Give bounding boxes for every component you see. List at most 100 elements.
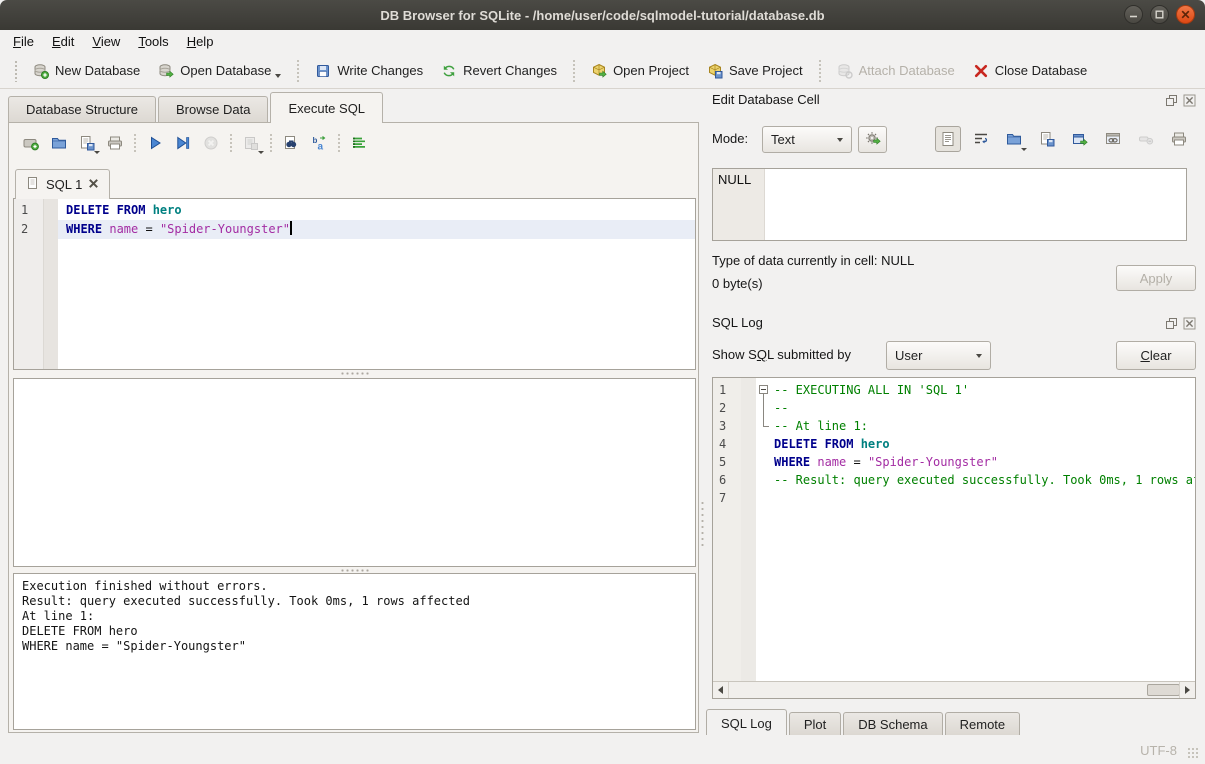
word-wrap-button[interactable] [968, 126, 994, 152]
chevron-down-icon[interactable] [1021, 148, 1027, 151]
save-sql-file-button[interactable] [73, 131, 101, 155]
cell-content-editor[interactable]: NULL [712, 168, 1187, 241]
clear-log-button[interactable]: Clear [1116, 341, 1196, 370]
toolbar-button-label: Revert Changes [463, 63, 557, 78]
dock-tab-plot[interactable]: Plot [789, 712, 841, 735]
panel-splitter[interactable] [701, 500, 704, 550]
close-database-icon [973, 63, 989, 79]
stop-execution-button[interactable] [197, 131, 225, 155]
print-cell-button[interactable] [1166, 126, 1192, 152]
text-view-button[interactable] [935, 126, 961, 152]
mode-select[interactable]: Text [762, 126, 852, 153]
menu-file[interactable]: File [4, 32, 43, 51]
toolbar-separator [229, 133, 233, 153]
line-number: 2 [719, 399, 741, 417]
format-sql-button[interactable] [345, 131, 373, 155]
cell-editor-float-button[interactable] [1164, 93, 1178, 107]
auto-complete-button[interactable]: ba [305, 131, 333, 155]
chevron-down-icon[interactable] [94, 151, 100, 154]
cell-text-area[interactable] [765, 169, 1186, 240]
menu-view[interactable]: View [83, 32, 129, 51]
open-sql-file-button[interactable] [45, 131, 73, 155]
open-project-button[interactable]: Open Project [582, 58, 698, 84]
sql-tab[interactable]: SQL 1 [15, 169, 110, 199]
attach-database-button[interactable]: Attach Database [828, 58, 964, 84]
tab-browse-data[interactable]: Browse Data [158, 96, 268, 123]
scroll-left-icon[interactable] [713, 682, 729, 698]
log-horizontal-scrollbar[interactable] [713, 681, 1195, 698]
replace-icon: ba [311, 135, 327, 151]
execute-all-button[interactable] [141, 131, 169, 155]
fold-marker[interactable] [756, 471, 772, 489]
auto-switch-mode-button[interactable] [858, 126, 887, 153]
log-fold-markers[interactable] [756, 378, 772, 681]
fold-marker[interactable] [756, 435, 772, 453]
open-database-button[interactable]: Open Database [149, 58, 290, 84]
import-in-cell-button[interactable] [1001, 126, 1027, 152]
save-results-button[interactable] [237, 131, 265, 155]
print-sql-button[interactable] [101, 131, 129, 155]
close-button[interactable] [1176, 5, 1195, 24]
open-external-icon [1072, 131, 1088, 147]
fold-marker[interactable] [756, 417, 772, 435]
editor-code-area[interactable]: DELETE FROM heroWHERE name = "Spider-You… [58, 199, 695, 369]
sql-log-close-button[interactable] [1182, 316, 1196, 330]
dock-tab-db-schema[interactable]: DB Schema [843, 712, 942, 735]
doc-text-icon [940, 131, 956, 147]
menu-tools[interactable]: Tools [129, 32, 177, 51]
new-sql-tab-button[interactable] [17, 131, 45, 155]
minimize-button[interactable] [1124, 5, 1143, 24]
sql-log-filter-select[interactable]: User [886, 341, 991, 370]
chevron-down-icon[interactable] [258, 151, 264, 154]
line-number: 3 [719, 417, 741, 435]
code-line: -- Result: query executed successfully. … [772, 471, 1195, 489]
save-results-icon [243, 135, 259, 151]
play-line-icon [175, 135, 191, 151]
write-changes-button[interactable]: Write Changes [306, 58, 432, 84]
cell-editor-close-button[interactable] [1182, 93, 1196, 107]
sql-log-float-button[interactable] [1164, 316, 1178, 330]
maximize-button[interactable] [1150, 5, 1169, 24]
sql-log-view[interactable]: 1234567 -- EXECUTING ALL IN 'SQL 1'---- … [712, 377, 1196, 699]
window-controls [1124, 5, 1195, 24]
fold-marker[interactable] [756, 489, 772, 507]
chevron-down-icon[interactable] [275, 74, 281, 78]
execute-current-line-button[interactable] [169, 131, 197, 155]
export-from-cell-button[interactable] [1034, 126, 1060, 152]
scrollbar-thumb[interactable] [1147, 684, 1180, 696]
apply-button[interactable]: Apply [1116, 265, 1196, 291]
open-in-app-button[interactable] [1067, 126, 1093, 152]
close-database-button[interactable]: Close Database [964, 58, 1097, 84]
menu-help[interactable]: Help [178, 32, 223, 51]
set-null-icon [1138, 131, 1154, 147]
save-project-button[interactable]: Save Project [698, 58, 812, 84]
line-number: 5 [719, 453, 741, 471]
auto-switch-mode-icon [865, 130, 881, 149]
tab-database-structure[interactable]: Database Structure [8, 96, 156, 123]
find-replace-button[interactable] [277, 131, 305, 155]
toolbar-button-label: Open Database [180, 63, 271, 78]
editor-results-splitter[interactable] [13, 370, 696, 377]
menu-edit[interactable]: Edit [43, 32, 83, 51]
toolbar-grip[interactable] [14, 60, 18, 82]
resize-grip[interactable] [1187, 747, 1199, 759]
new-database-button[interactable]: New Database [24, 58, 149, 84]
tab-new-icon [23, 135, 39, 151]
copy-link-button[interactable] [1100, 126, 1126, 152]
results-grid-pane[interactable] [13, 378, 696, 567]
dock-tab-sql-log[interactable]: SQL Log [706, 709, 787, 735]
open-project-icon [591, 63, 607, 79]
line-number: 1 [719, 381, 741, 399]
fold-marker[interactable] [756, 453, 772, 471]
fold-marker[interactable] [756, 399, 772, 417]
sql-tab-close-icon[interactable] [88, 177, 99, 192]
toolbar-separator [337, 133, 341, 153]
scroll-right-icon[interactable] [1179, 682, 1195, 698]
sql-code-editor[interactable]: 12 DELETE FROM heroWHERE name = "Spider-… [13, 198, 696, 370]
dock-tab-remote[interactable]: Remote [945, 712, 1021, 735]
revert-changes-button[interactable]: Revert Changes [432, 58, 566, 84]
set-null-button[interactable] [1133, 126, 1159, 152]
tab-execute-sql[interactable]: Execute SQL [270, 92, 383, 123]
fold-marker[interactable] [756, 381, 772, 399]
sql-log-filter-value: User [895, 348, 922, 363]
